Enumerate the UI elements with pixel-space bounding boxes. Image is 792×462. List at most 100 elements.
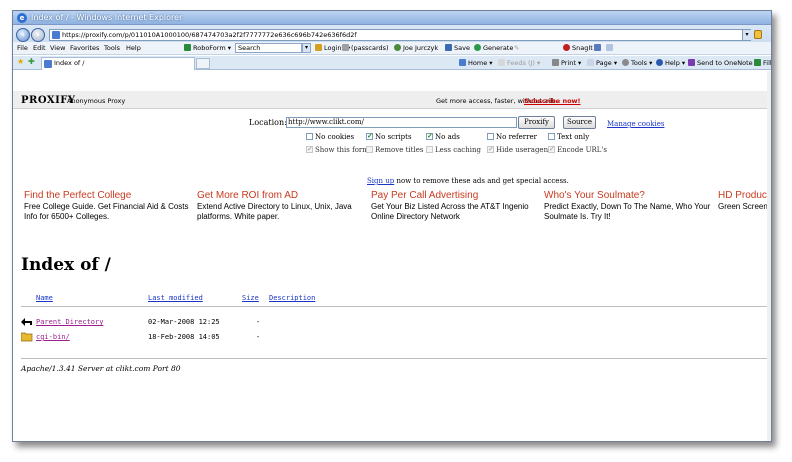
favorites-star-icon[interactable]: ★	[17, 57, 24, 66]
page-favicon-icon	[52, 31, 60, 39]
passcards-button[interactable]: (passcards)	[342, 44, 389, 52]
menu-edit[interactable]: Edit	[33, 44, 46, 52]
user-icon	[394, 44, 401, 51]
ad-block[interactable]: Pay Per Call Advertising Get Your Biz Li…	[371, 190, 541, 222]
option-no-cookies[interactable]: No cookies	[306, 133, 354, 141]
feeds-button[interactable]: Feeds (J) ▾	[498, 59, 540, 67]
send-onenote-button[interactable]: Send to OneNote	[688, 59, 753, 67]
signup-link[interactable]: Sign up	[367, 177, 394, 185]
option-no-scripts[interactable]: No scripts	[366, 131, 412, 141]
address-bar[interactable]: https://proxify.com/p/011010A1000100/687…	[49, 29, 751, 41]
ad-title[interactable]: Who's Your Soulmate?	[544, 190, 714, 201]
option-no-ads[interactable]: No ads	[426, 131, 460, 141]
ad-title[interactable]: Get More ROI from AD	[197, 190, 367, 201]
file-size: -	[256, 318, 261, 326]
vertical-scrollbar[interactable]	[767, 71, 771, 441]
option-encode-urls: Encode URL's	[548, 144, 607, 154]
ad-title[interactable]: Pay Per Call Advertising	[371, 190, 541, 201]
manage-cookies-link[interactable]: Manage cookies	[607, 120, 664, 128]
snagit-options-icon[interactable]	[606, 44, 615, 52]
option-hide-useragent: Hide useragent	[487, 144, 551, 154]
window-title: Index of / - Windows Internet Explorer	[31, 13, 183, 22]
ad-block[interactable]: HD Produc Green Screen Production H	[718, 190, 771, 212]
menu-view[interactable]: View	[50, 44, 65, 52]
identity-button[interactable]: Joe Jurczyk	[394, 44, 438, 52]
generate-icon	[474, 44, 481, 51]
address-dropdown-icon[interactable]: ▾	[742, 30, 751, 40]
ad-title[interactable]: HD Produc	[718, 190, 771, 201]
option-remove-titles: Remove titles	[366, 146, 423, 154]
add-favorite-icon[interactable]: ✚	[28, 57, 35, 66]
checkbox-no-referrer[interactable]	[487, 133, 494, 140]
ad-description: Green Screen Production H	[718, 202, 771, 211]
source-button[interactable]: Source	[563, 116, 596, 129]
ie-logo-icon: e	[17, 12, 27, 23]
file-modified: 18-Feb-2008 14:05	[148, 333, 220, 341]
search-dropdown-icon[interactable]: ▾	[302, 43, 311, 53]
checkbox-no-scripts[interactable]	[366, 131, 373, 140]
lock-icon[interactable]	[754, 30, 762, 39]
menu-tools[interactable]: Tools	[104, 44, 120, 52]
menu-help[interactable]: Help	[126, 44, 141, 52]
back-button[interactable]: ‹	[16, 28, 30, 42]
ad-description: Extend Active Directory to Linux, Unix, …	[197, 202, 352, 221]
folder-icon	[20, 331, 33, 344]
subscribe-link[interactable]: Subscribe now!	[524, 97, 581, 105]
column-modified-link[interactable]: Last modified	[148, 294, 203, 302]
ad-block[interactable]: Find the Perfect College Free College Gu…	[24, 190, 194, 222]
checkbox-encode-urls	[548, 144, 555, 153]
address-url: https://proxify.com/p/011010A1000100/687…	[62, 31, 357, 39]
menu-file[interactable]: File	[17, 44, 28, 52]
column-description-link[interactable]: Description	[269, 294, 315, 302]
snagit-icon	[563, 44, 570, 51]
edit-disabled-icon: ✎	[514, 44, 520, 52]
generate-button[interactable]: Generate	[474, 44, 513, 52]
checkbox-no-cookies[interactable]	[306, 133, 313, 140]
column-name-link[interactable]: Name	[36, 294, 53, 302]
file-name-link[interactable]: cgi-bin/	[36, 333, 70, 341]
ad-title[interactable]: Find the Perfect College	[24, 190, 194, 201]
option-show-form: Show this form	[306, 144, 369, 154]
ad-block[interactable]: Get More ROI from AD Extend Active Direc…	[197, 190, 367, 222]
ad-description: Predict Exactly, Down To The Name, Who Y…	[544, 202, 711, 221]
title-bar: e Index of / - Windows Internet Explorer	[13, 11, 771, 25]
checkbox-no-ads[interactable]	[426, 131, 433, 140]
tab-label: Index of /	[54, 59, 85, 67]
location-input[interactable]: http://www.clikt.com/	[286, 117, 517, 128]
passcards-icon	[342, 44, 349, 51]
proxify-button[interactable]: Proxify	[518, 116, 555, 129]
help-menu-button[interactable]: Help ▾	[656, 59, 685, 67]
snagit-capture-icon[interactable]	[594, 44, 603, 52]
ad-description: Free College Guide. Get Financial Aid & …	[24, 202, 189, 221]
home-button[interactable]: Home ▾	[459, 59, 493, 67]
save-button[interactable]: Save	[445, 44, 470, 52]
table-row: cgi-bin/ 18-Feb-2008 14:05 -	[20, 331, 421, 344]
column-size-link[interactable]: Size	[242, 294, 259, 302]
back-arrow-icon	[21, 316, 33, 329]
checkbox-text-only[interactable]	[548, 133, 555, 140]
tab-index[interactable]: Index of /	[41, 57, 195, 70]
file-modified: 02-Mar-2008 12:25	[148, 318, 220, 326]
ad-block[interactable]: Who's Your Soulmate? Predict Exactly, Do…	[544, 190, 714, 222]
page-menu-button[interactable]: Page ▾	[587, 59, 617, 67]
option-no-referrer[interactable]: No referrer	[487, 133, 537, 141]
roboform-icon	[184, 44, 191, 51]
fill-forms-button[interactable]: Fill F	[754, 59, 771, 67]
ad-description: Get Your Biz Listed Across the AT&T Inge…	[371, 202, 529, 221]
page-icon	[587, 59, 594, 66]
roboform-search-input[interactable]: Search	[235, 43, 302, 53]
menu-favorites[interactable]: Favorites	[70, 44, 99, 52]
file-name-link[interactable]: Parent Directory	[36, 318, 103, 326]
new-tab-button[interactable]	[196, 58, 210, 69]
print-button[interactable]: Print ▾	[552, 59, 581, 67]
tools-menu-button[interactable]: Tools ▾	[622, 59, 652, 67]
gear-icon	[622, 59, 629, 66]
divider	[21, 306, 771, 307]
option-text-only[interactable]: Text only	[548, 133, 589, 141]
divider	[21, 358, 771, 359]
forward-button[interactable]: ›	[31, 28, 45, 42]
home-icon	[459, 59, 466, 66]
snagit-button[interactable]: SnagIt	[563, 44, 593, 52]
roboform-button[interactable]: RoboForm ▾	[184, 44, 231, 52]
feeds-icon	[498, 59, 505, 66]
